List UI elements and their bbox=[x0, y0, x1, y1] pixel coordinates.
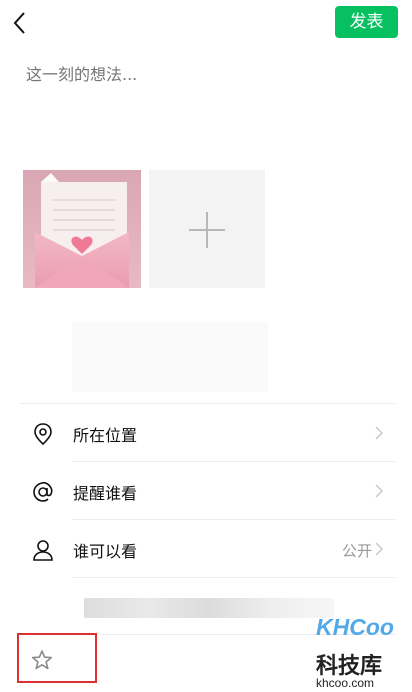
visibility-value: 公开 bbox=[341, 542, 372, 560]
watermark-url: khcoo.com bbox=[316, 676, 375, 690]
moment-text-input-wrapper bbox=[24, 64, 398, 88]
add-image-button[interactable] bbox=[149, 170, 265, 288]
chevron-right-icon bbox=[374, 483, 384, 499]
back-icon[interactable] bbox=[10, 10, 30, 36]
watermark-brand: KHCoo bbox=[316, 614, 394, 640]
remind-label: 提醒谁看 bbox=[73, 484, 138, 503]
star-icon[interactable] bbox=[31, 649, 53, 671]
moment-text-input[interactable] bbox=[24, 64, 398, 85]
watermark-logo: KHCoo 科技库 khcoo.com bbox=[312, 614, 408, 690]
at-sign-icon bbox=[30, 479, 56, 505]
blurred-row bbox=[84, 598, 334, 618]
chevron-right-icon bbox=[374, 425, 384, 441]
top-bar: 发表 bbox=[0, 0, 412, 48]
chevron-right-icon bbox=[374, 541, 384, 557]
location-pin-icon bbox=[30, 421, 56, 447]
blurred-area bbox=[72, 322, 268, 392]
selected-image-thumbnail[interactable] bbox=[23, 170, 141, 288]
highlight-box bbox=[17, 633, 97, 683]
publish-button[interactable]: 发表 bbox=[335, 6, 398, 38]
visibility-label: 谁可以看 bbox=[73, 542, 138, 561]
person-icon bbox=[30, 537, 56, 563]
location-label: 所在位置 bbox=[73, 426, 138, 445]
divider bbox=[72, 577, 395, 578]
visibility-row[interactable]: 谁可以看 公开 bbox=[0, 521, 412, 577]
location-row[interactable]: 所在位置 bbox=[0, 405, 412, 461]
divider bbox=[72, 461, 395, 462]
remind-row[interactable]: 提醒谁看 bbox=[0, 463, 412, 519]
plus-icon bbox=[189, 212, 225, 248]
divider bbox=[20, 403, 395, 404]
divider bbox=[72, 519, 395, 520]
